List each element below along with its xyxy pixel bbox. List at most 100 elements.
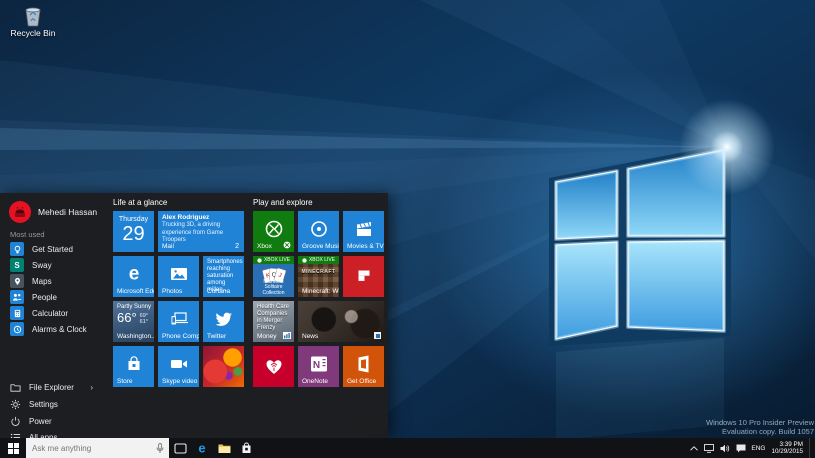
app-item-alarms-clock[interactable]: Alarms & Clock (0, 321, 107, 337)
xbox-live-banner: XBOX LIVE (253, 256, 294, 264)
tile-group-life-at-a-glance: Thursday 29 Alex Rodriguez Trucking 3D, … (113, 211, 244, 387)
photos-icon (170, 268, 187, 281)
tile-label: News (302, 333, 319, 340)
system-tray: ENG 3:39 PM 10/29/2015 (689, 438, 815, 458)
tile-microsoft-edge[interactable]: e Microsoft Edge (113, 256, 154, 297)
tile-movies-tv[interactable]: Movies & TV (343, 211, 384, 252)
tray-chevron-up-icon[interactable] (689, 438, 699, 458)
svg-text:N: N (312, 360, 319, 371)
tile-skype-video[interactable]: Skype video (158, 346, 199, 387)
office-icon (358, 355, 368, 373)
svg-text:S: S (14, 261, 20, 270)
xbox-badge-icon (283, 241, 291, 249)
taskbar: e ENG 3:39 PM 10/29/2015 (0, 438, 815, 458)
tile-money[interactable]: Health Care Companies in Merger Frenzy M… (253, 301, 294, 342)
app-item-calculator[interactable]: Calculator (0, 305, 107, 321)
alarm-clock-icon (10, 322, 24, 336)
tile-weather[interactable]: Partly Sunny 66° 69° 61° Washington... (113, 301, 154, 342)
taskbar-file-explorer-button[interactable] (213, 438, 235, 458)
recycle-bin-label: Recycle Bin (10, 28, 56, 38)
tile-minecraft[interactable]: XBOX LIVE MINECRAFT Minecraft: Wi... (298, 256, 339, 297)
tile-label: Photos (162, 288, 183, 295)
clock-date: 10/29/2015 (771, 448, 803, 455)
gear-icon (10, 399, 21, 409)
start-menu-left-column: Mehedi Hassan Most used Get Started S Sw… (0, 193, 107, 442)
microphone-icon[interactable] (156, 442, 164, 454)
volume-icon[interactable] (719, 438, 731, 458)
app-item-sway[interactable]: S Sway (0, 257, 107, 273)
tile-groove-music[interactable]: Groove Music (298, 211, 339, 252)
people-icon (10, 290, 24, 304)
action-center-icon[interactable] (735, 438, 747, 458)
power-icon (11, 416, 20, 426)
tile-label: Minecraft: Wi... (302, 288, 339, 295)
phone-companion-icon (171, 312, 188, 325)
watermark-line1: Windows 10 Pro Insider Preview (706, 418, 814, 427)
calculator-icon (10, 306, 24, 320)
mail-sender: Alex Rodriguez (162, 214, 210, 221)
tile-label: Store (117, 378, 133, 385)
sidebar-item-label: Settings (29, 399, 58, 409)
tile-get-office[interactable]: Get Office (343, 346, 384, 387)
language-indicator[interactable]: ENG (751, 445, 765, 452)
mail-unread-badge: 2 (235, 243, 239, 250)
tile-flipboard[interactable] (343, 256, 384, 297)
show-desktop-button[interactable] (809, 438, 813, 458)
sway-icon: S (10, 258, 24, 272)
bar-chart-icon (283, 332, 291, 339)
tile-label: Cortana (207, 288, 231, 295)
calendar-day-number: 29 (122, 223, 145, 245)
lightbulb-icon (10, 242, 24, 256)
shopping-bag-icon (128, 356, 139, 371)
tile-calendar[interactable]: Thursday 29 (113, 211, 154, 252)
news-logo-icon (374, 332, 381, 339)
app-item-label: Sway (32, 260, 52, 270)
network-icon[interactable] (703, 438, 715, 458)
tile-news[interactable]: News (298, 301, 384, 342)
tile-microsoft-solitaire-collection[interactable]: XBOX LIVE KQJ Microsoft Solitaire Collect… (253, 256, 294, 297)
svg-text:e: e (198, 441, 205, 455)
search-input[interactable] (26, 443, 156, 453)
sidebar-item-power[interactable]: Power (0, 413, 107, 429)
build-watermark: Windows 10 Pro Insider Preview Evaluatio… (706, 418, 814, 436)
tile-cortana[interactable]: Smartphones reaching saturation among mi… (203, 256, 244, 297)
start-button[interactable] (0, 438, 26, 458)
sidebar-item-settings[interactable]: Settings (0, 396, 107, 412)
tile-label: Money (257, 333, 277, 340)
tile-photos[interactable]: Photos (158, 256, 199, 297)
weather-temperature: 66° (117, 310, 137, 325)
money-headline: Health Care Companies in Merger Frenzy (257, 304, 290, 331)
tile-twitter[interactable]: Twitter (203, 301, 244, 342)
tile-candy-crush-saga[interactable] (203, 346, 244, 387)
most-used-header: Most used (10, 230, 45, 239)
calendar-day-name: Thursday (118, 216, 149, 223)
tile-store[interactable]: Store (113, 346, 154, 387)
app-item-people[interactable]: People (0, 289, 107, 305)
recycle-bin-shortcut[interactable]: Recycle Bin (10, 5, 56, 38)
taskbar-edge-button[interactable]: e (191, 438, 213, 458)
task-view-button[interactable] (169, 438, 191, 458)
tile-mail[interactable]: Alex Rodriguez Trucking 3D, a driving ex… (158, 211, 244, 252)
tile-group-title: Play and explore (253, 198, 313, 207)
tile-phone-companion[interactable]: Phone Compa... (158, 301, 199, 342)
weather-low: 61° (139, 319, 148, 325)
user-account-button[interactable]: Mehedi Hassan (9, 201, 97, 223)
xbox-live-ball-icon (257, 257, 262, 263)
sidebar-item-file-explorer[interactable]: File Explorer › (0, 379, 107, 395)
tile-label: OneNote (302, 378, 329, 385)
app-item-maps[interactable]: Maps (0, 273, 107, 289)
clock[interactable]: 3:39 PM 10/29/2015 (771, 441, 803, 456)
tile-xbox[interactable]: Xbox (253, 211, 294, 252)
iheart-heart-icon (266, 359, 281, 374)
app-item-get-started[interactable]: Get Started (0, 241, 107, 257)
tile-iheartradio[interactable] (253, 346, 294, 387)
user-name: Mehedi Hassan (38, 207, 98, 217)
tile-onenote[interactable]: N OneNote (298, 346, 339, 387)
map-pin-icon (10, 274, 24, 288)
task-view-icon (173, 442, 187, 454)
taskbar-store-button[interactable] (235, 438, 257, 458)
app-item-label: Maps (32, 276, 52, 286)
tile-label: Microsoft Edge (117, 288, 154, 295)
tile-label: Mail (162, 243, 174, 250)
edge-icon: e (198, 441, 205, 455)
